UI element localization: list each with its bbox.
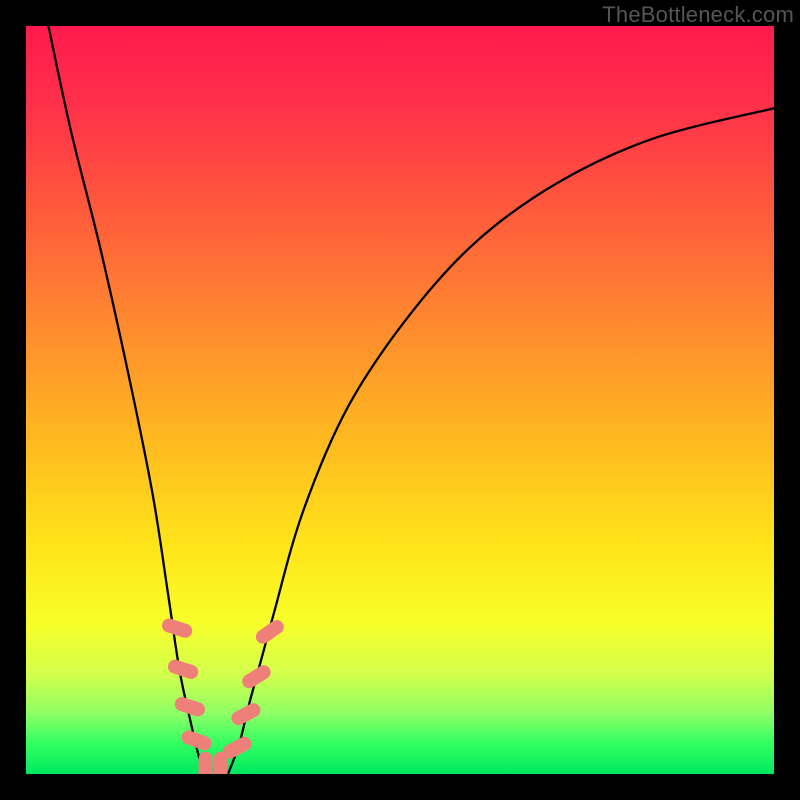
plot-area xyxy=(26,26,774,774)
chart-frame: TheBottleneck.com xyxy=(0,0,800,800)
watermark-text: TheBottleneck.com xyxy=(602,2,794,28)
curves-group xyxy=(48,26,774,774)
marker-right-3 xyxy=(240,663,274,691)
marker-bottom-1 xyxy=(199,752,213,774)
marker-right-2 xyxy=(229,701,263,728)
right-curve xyxy=(228,108,774,774)
marker-left-1 xyxy=(160,617,194,640)
marker-left-2 xyxy=(166,658,200,681)
marker-right-4 xyxy=(253,617,286,646)
marker-right-1 xyxy=(220,734,254,761)
chart-svg xyxy=(26,26,774,774)
markers-group xyxy=(160,617,286,774)
